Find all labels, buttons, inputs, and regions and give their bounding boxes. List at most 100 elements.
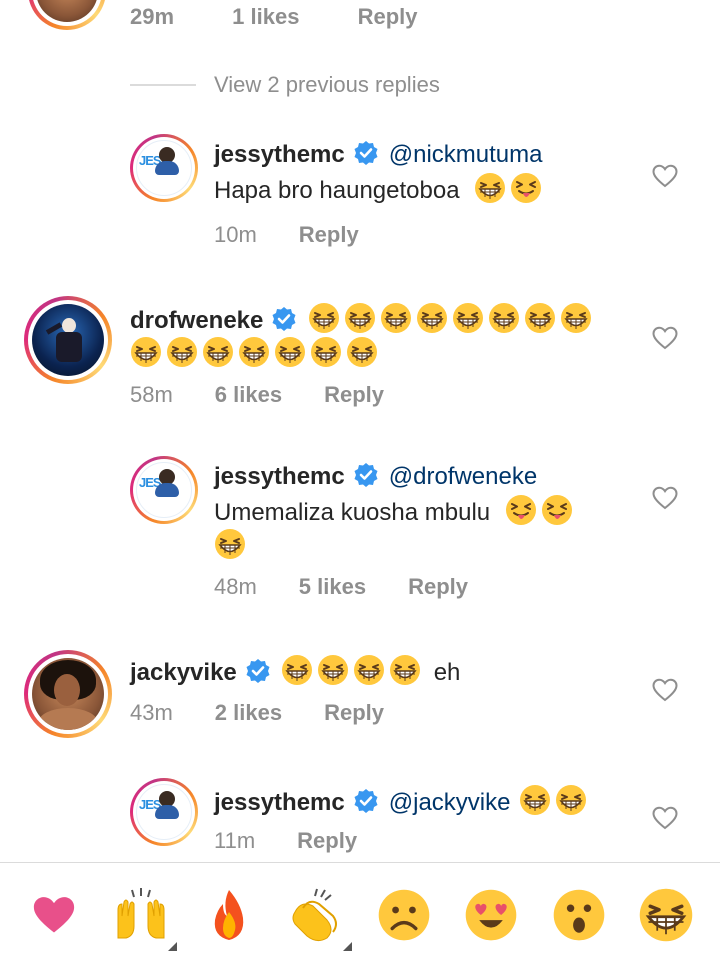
comment-meta: 43m 2 likes Reply [130,700,426,726]
grin-squint-emoji-icon [416,302,448,334]
grin-squint-emoji-icon [519,784,551,816]
avatar[interactable] [24,650,112,738]
red-heart-icon [33,896,74,932]
comment-meta: 48m 5 likes Reply [214,574,510,600]
reply-button[interactable]: Reply [358,4,418,29]
fire-icon [214,889,243,940]
grin-squint-emoji-icon [380,302,412,334]
username[interactable]: jackyvike [130,659,237,686]
avatar[interactable]: JES [130,778,198,846]
like-heart-icon[interactable] [652,806,678,830]
squint-tongue-emoji-icon [510,172,542,204]
astonished-face-icon [553,889,605,940]
comment-text: Hapa bro haungetoboa [214,172,546,208]
comment-time: 43m [130,700,173,725]
grin-squint-emoji-icon [274,336,306,368]
more-variants-indicator [168,941,178,951]
partial-comment: 29m 1 likes Reply [0,0,720,30]
avatar[interactable]: JES [130,134,198,202]
like-count[interactable]: 5 likes [299,574,366,600]
grin-squint-emoji-icon [317,654,349,686]
grin-squint-emoji-icon [130,336,162,368]
grin-squint-emoji-icon [346,336,378,368]
verified-badge-icon [353,140,379,166]
avatar[interactable] [24,296,112,384]
mention-link[interactable]: @jackyvike [389,789,511,816]
reply-button[interactable]: Reply [324,700,384,726]
reply-button[interactable]: Reply [324,382,384,408]
grin-squint-emoji-icon [214,528,246,560]
verified-badge-icon [245,658,271,684]
more-variants-indicator [343,941,353,951]
raising-hands-icon [117,887,165,938]
grin-squint-emoji-icon [166,336,198,368]
like-count[interactable]: 2 likes [215,700,282,726]
like-heart-icon[interactable] [652,164,678,188]
like-heart-icon[interactable] [652,486,678,510]
comment-body: Umemaliza kuosha mbulu [214,499,491,526]
comment-text-line2 [214,528,250,560]
grin-squint-emoji-icon [389,654,421,686]
comment-time: 29m [130,4,175,29]
avatar[interactable]: JES [130,456,198,524]
username[interactable]: jessythemc [214,463,345,490]
reaction-heart-eyes[interactable] [461,885,521,945]
comment-body: Hapa bro haungetoboa [214,177,460,204]
like-heart-icon[interactable] [652,326,678,350]
grin-squint-emoji-icon [344,302,376,334]
username[interactable]: drofweneke [130,307,263,334]
reaction-frown[interactable] [374,885,434,945]
reaction-grin-squint[interactable] [636,885,696,945]
comment-meta: 58m 6 likes Reply [130,382,426,408]
frowning-face-icon [378,889,430,940]
username[interactable]: jessythemc [214,789,345,816]
comment-time: 10m [214,222,257,247]
reaction-astonished[interactable] [549,885,609,945]
emoji-row [281,667,429,684]
squint-tongue-emoji-icon [541,494,573,526]
reaction-fire[interactable] [199,885,259,945]
mention-link[interactable]: @drofweneke [389,463,537,490]
squint-tongue-emoji-icon [505,494,537,526]
username[interactable]: jessythemc [214,141,345,168]
emoji-row [130,336,382,368]
reply-comment: JES jessythemc @nickmutuma Hapa bro haung… [0,134,720,274]
emoji-row [308,315,596,332]
like-count[interactable]: 6 likes [215,382,282,408]
like-heart-icon[interactable] [652,678,678,702]
grin-squint-emoji-icon [202,336,234,368]
comment-body: eh [433,659,461,686]
grin-squint-emoji-icon [353,654,385,686]
reply-comment: JES jessythemc @drofweneke Umemaliza kuos… [0,456,720,626]
reply-comment: JES jessythemc @jackyvike 11m Reply [0,778,720,862]
view-previous-replies[interactable]: View 2 previous replies [130,70,440,100]
comments-screen: 29m 1 likes Reply View 2 previous replie… [0,0,720,966]
comment-meta: 11m Reply [214,828,399,854]
reaction-clapping[interactable] [286,885,353,951]
comment: jackyvike eh 43m 2 likes Reply [0,650,720,750]
grin-squint-emoji-icon [452,302,484,334]
grin-squint-emoji-icon [488,302,520,334]
like-count[interactable]: 1 likes [232,4,299,29]
comment-meta: 10m Reply [214,222,401,248]
verified-badge-icon [353,462,379,488]
reply-button[interactable]: Reply [299,222,359,248]
grin-squint-emoji-icon [474,172,506,204]
comment: drofweneke 58m 6 likes Reply [0,296,720,436]
view-replies-label[interactable]: View 2 previous replies [214,72,440,98]
comment-time: 58m [130,382,173,407]
divider [130,84,196,86]
reply-button[interactable]: Reply [408,574,468,600]
reaction-raising-hands[interactable] [111,885,178,951]
reaction-heart[interactable] [24,885,84,945]
grin-squint-emoji-icon [238,336,270,368]
mention-link[interactable]: @nickmutuma [389,141,543,168]
avatar[interactable] [28,0,106,30]
comment-time: 48m [214,574,257,599]
reply-button[interactable]: Reply [297,828,357,854]
clapping-hands-icon [292,888,338,941]
verified-badge-icon [271,306,297,332]
heart-eyes-icon [465,889,517,940]
grin-squint-emoji-icon [308,302,340,334]
comment-time: 11m [214,828,256,853]
